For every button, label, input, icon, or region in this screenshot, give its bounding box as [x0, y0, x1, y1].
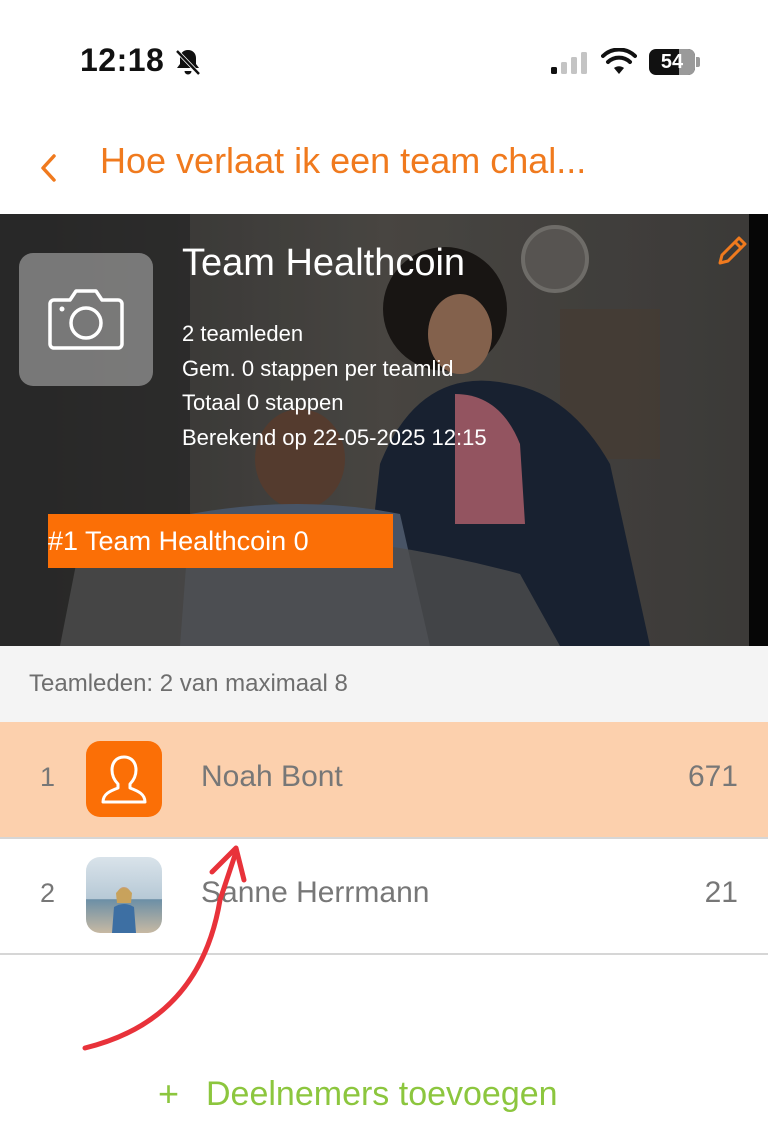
team-stats: 2 teamleden Gem. 0 stappen per teamlid T… — [182, 317, 487, 455]
navigation-bar: Hoe verlaat ik een team chal... — [0, 112, 768, 212]
stat-calculated-on: Berekend op 22-05-2025 12:15 — [182, 424, 487, 450]
stat-member-count: 2 teamleden — [182, 321, 304, 346]
add-participants-label: Deelnemers toevoegen — [206, 1075, 558, 1113]
member-name: Sanne Herrmann — [201, 876, 430, 909]
team-photo-button[interactable] — [19, 253, 153, 386]
stat-average-steps: Gem. 0 stappen per teamlid — [182, 355, 454, 381]
members-count-label: Teamleden: 2 van maximaal 8 — [29, 670, 348, 697]
status-bar: 12:18 54 — [0, 0, 768, 110]
wifi-icon — [601, 48, 637, 74]
signal-icon — [551, 52, 587, 74]
chevron-left-icon[interactable] — [36, 150, 62, 186]
member-score: 21 — [704, 876, 738, 909]
battery-icon: 54 — [649, 49, 701, 75]
pencil-icon[interactable] — [714, 233, 750, 269]
plus-icon: + — [158, 1073, 180, 1114]
team-rank-badge: #1 Team Healthcoin 0 — [48, 514, 393, 568]
member-rank: 2 — [40, 878, 56, 908]
member-rank: 1 — [40, 762, 56, 792]
page-title: Hoe verlaat ik een team chal... — [100, 140, 587, 181]
member-score: 671 — [687, 760, 738, 793]
bell-slash-icon — [175, 49, 201, 76]
status-time: 12:18 — [80, 42, 165, 78]
hero-edge — [749, 214, 768, 646]
user-placeholder-icon — [86, 741, 162, 817]
camera-icon — [48, 289, 124, 350]
team-name: Team Healthcoin — [182, 242, 466, 284]
stat-total-steps: Totaal 0 stappen — [182, 390, 344, 415]
team-hero: Team Healthcoin 2 teamleden Gem. 0 stapp… — [0, 214, 768, 646]
member-row[interactable]: 1 Noah Bont 671 — [0, 722, 768, 839]
battery-level: 54 — [660, 51, 684, 73]
member-row[interactable]: 2 Sanne Herrmann 21 — [0, 838, 768, 955]
profile-photo — [86, 857, 162, 933]
member-name: Noah Bont — [201, 760, 343, 793]
members-header: Teamleden: 2 van maximaal 8 — [0, 646, 768, 722]
